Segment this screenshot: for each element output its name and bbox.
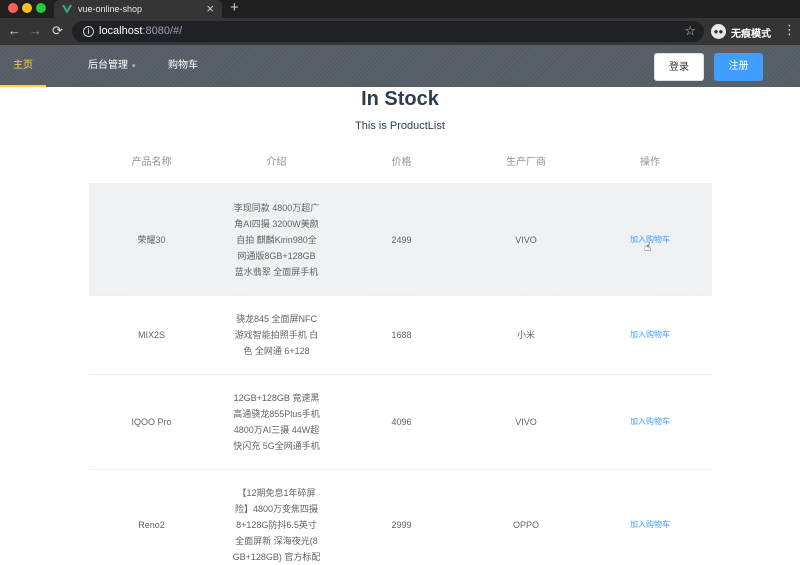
product-manufacturer: VIVO [515, 234, 537, 245]
browser-tab-strip: vue-online-shop × + [0, 0, 800, 18]
vue-logo-icon [62, 5, 72, 14]
address-bar[interactable]: i localhost:8080/#/ ☆ [72, 21, 704, 42]
close-window-button[interactable] [8, 3, 18, 13]
tab-title: vue-online-shop [78, 4, 143, 14]
login-button[interactable]: 登录 [654, 53, 704, 81]
app-navbar: 主页 后台管理 ▾ 购物车 登录 注册 [0, 45, 800, 87]
product-description-text: 李现同款 4800万超广角AI四摄 3200W美颜自拍 麒麟Kirin980全网… [233, 202, 320, 277]
product-description-text: 12GB+128GB 竞速黑 高通骁龙855Plus手机 4800万AI三摄 4… [233, 393, 320, 451]
forward-arrow-icon[interactable]: → [29, 23, 42, 39]
product-manufacturer: 小米 [516, 330, 535, 340]
chevron-down-icon: ▾ [132, 63, 136, 70]
add-to-cart-link[interactable]: 加入购物车 [630, 327, 670, 343]
column-header-action: 操作 [640, 156, 660, 168]
product-table: 产品名称 介绍 价格 生产厂商 操作 荣耀30 李现同款 4800万超广角AI四… [89, 142, 712, 565]
table-row: Reno2 【12期免息1年碎屏险】4800万变焦四摄8+128G防抖6.5英寸… [89, 470, 712, 565]
product-manufacturer: OPPO [512, 520, 539, 530]
close-tab-icon[interactable]: × [206, 1, 214, 16]
product-name: 荣耀30 [137, 234, 166, 245]
register-button[interactable]: 注册 [714, 53, 763, 81]
product-description: 骁龙845 全面屏NFC 游戏智能拍照手机 白色 全网通 6+128 [214, 311, 339, 359]
column-header-description: 介绍 [266, 156, 287, 168]
back-arrow-icon[interactable]: ← [8, 23, 21, 39]
reload-icon[interactable]: ⟳ [52, 23, 63, 39]
page-title: In Stock [361, 88, 439, 110]
product-description: 12GB+128GB 竞速黑 高通骁龙855Plus手机 4800万AI三摄 4… [214, 390, 339, 454]
browser-toolbar: ← → ⟳ i localhost:8080/#/ ☆ [0, 18, 800, 45]
add-to-cart-link[interactable]: 加入购物车 [630, 414, 670, 430]
url-text[interactable]: localhost:8080/#/ [99, 25, 182, 37]
product-description-text: 骁龙845 全面屏NFC 游戏智能拍照手机 白色 全网通 6+128 [234, 314, 319, 356]
nav-item-admin[interactable]: 后台管理 ▾ [75, 45, 149, 87]
bookmark-star-icon[interactable]: ☆ [684, 23, 696, 39]
table-row: 荣耀30 李现同款 4800万超广角AI四摄 3200W美颜自拍 麒麟Kirin… [89, 184, 712, 296]
product-name: IQOO Pro [131, 417, 172, 427]
page-subtitle: This is ProductList [355, 120, 445, 132]
browser-menu-icon[interactable]: ⋮ [783, 22, 796, 38]
column-header-price: 价格 [391, 156, 412, 168]
product-description: 【12期免息1年碎屏险】4800万变焦四摄8+128G防抖6.5英寸全面屏新 深… [214, 485, 339, 565]
nav-item-home[interactable]: 主页 [0, 45, 46, 87]
product-price: 2499 [391, 234, 412, 245]
new-tab-icon[interactable]: + [230, 0, 239, 16]
table-row: MIX2S 骁龙845 全面屏NFC 游戏智能拍照手机 白色 全网通 6+128… [89, 296, 712, 375]
incognito-label: 无痕模式 [731, 29, 771, 40]
product-price: 1688 [391, 330, 412, 340]
column-header-name: 产品名称 [131, 156, 172, 168]
zoom-window-button[interactable] [36, 3, 46, 13]
product-price: 2999 [391, 520, 412, 530]
add-to-cart-cell: 加入购物车 [588, 414, 712, 430]
add-to-cart-cell: 加入购物车 [588, 517, 712, 533]
browser-tab[interactable]: vue-online-shop × [54, 0, 222, 18]
add-to-cart-cell: 加入购物车 [588, 327, 712, 343]
product-name: Reno2 [138, 520, 165, 530]
table-header-row: 产品名称 介绍 价格 生产厂商 操作 [89, 142, 712, 184]
product-name: MIX2S [137, 330, 165, 340]
product-price: 4096 [391, 417, 412, 427]
product-description: 李现同款 4800万超广角AI四摄 3200W美颜自拍 麒麟Kirin980全网… [214, 200, 339, 280]
nav-cart-label: 购物车 [168, 60, 198, 71]
url-path: :8080/#/ [142, 25, 183, 37]
minimize-window-button[interactable] [22, 3, 32, 13]
product-manufacturer: VIVO [515, 417, 537, 427]
hand-cursor-icon: ☝ [644, 240, 652, 254]
add-to-cart-link[interactable]: 加入购物车 [630, 517, 670, 533]
nav-home-label: 主页 [13, 60, 33, 71]
column-header-manufacturer: 生产厂商 [506, 156, 546, 168]
nav-item-cart[interactable]: 购物车 [155, 45, 211, 87]
nav-admin-label: 后台管理 [88, 60, 128, 71]
site-info-icon[interactable]: i [83, 26, 94, 37]
url-host: localhost [99, 25, 143, 37]
product-description-text: 【12期免息1年碎屏险】4800万变焦四摄8+128G防抖6.5英寸全面屏新 深… [232, 488, 321, 562]
incognito-icon: ●● [711, 24, 726, 39]
table-row: IQOO Pro 12GB+128GB 竞速黑 高通骁龙855Plus手机 48… [89, 375, 712, 470]
